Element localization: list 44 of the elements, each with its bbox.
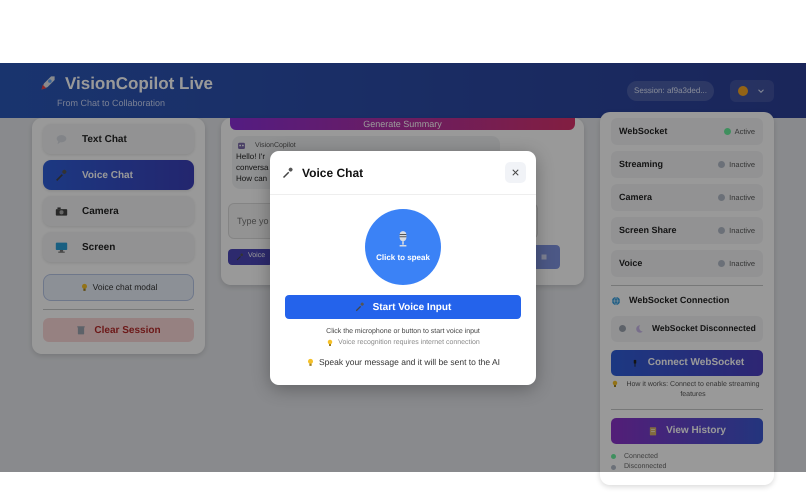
connect-websocket-button[interactable]: Connect WebSocket [611,350,763,376]
clipboard-icon [648,426,658,436]
status-dot [619,325,626,332]
sidebar-item[interactable]: Screen [43,232,194,262]
trash-icon [76,325,86,335]
message-text: conversa [236,162,268,174]
lightbulb-icon [80,283,89,292]
microphone-button[interactable]: Click to speak [365,209,441,285]
globe-icon [611,296,621,306]
message-text: How can [236,173,268,185]
robot-icon [236,140,247,151]
status-label: Camera [619,190,652,204]
modal-title: Voice Chat [302,164,364,182]
message-text: Hello! I'r [236,151,266,162]
lightbulb-icon [306,358,316,367]
sidebar-item[interactable]: Voice Chat [43,160,194,190]
status-label: WebSocket [619,124,668,138]
moon-icon [634,324,644,334]
generate-summary-button[interactable]: Generate Summary [230,118,575,130]
camera-icon [55,204,68,218]
close-icon [510,167,521,178]
section-title: WebSocket Connection [629,294,730,307]
close-button[interactable] [505,162,526,183]
sidebar-item[interactable]: Text Chat [43,124,194,154]
monitor-icon [55,240,68,254]
hint-text: Voice chat modal [92,281,158,294]
lightbulb-icon [326,338,334,347]
microphone-icon [354,302,365,312]
status-dot [738,86,748,96]
microphone-icon [236,252,244,261]
microphone-icon [55,168,68,182]
status-label: Screen Share [619,224,677,237]
clear-session-button[interactable]: Clear Session [43,318,194,342]
status-label: Streaming [619,158,664,171]
app-title: VisionCopilot Live [65,73,213,95]
lightbulb-icon [611,380,619,388]
view-history-button[interactable]: View History [611,418,763,444]
connection-text: WebSocket Disconnected [652,322,756,335]
tip-text: Speak your message and it will be sent to the AI [319,356,500,369]
status-label: Voice [619,256,642,270]
sidebar-item[interactable]: Camera [43,196,194,226]
start-voice-input-button[interactable]: Start Voice Input [285,295,521,319]
app-subtitle: From Chat to Collaboration [57,96,166,110]
microphone-icon [282,166,294,178]
